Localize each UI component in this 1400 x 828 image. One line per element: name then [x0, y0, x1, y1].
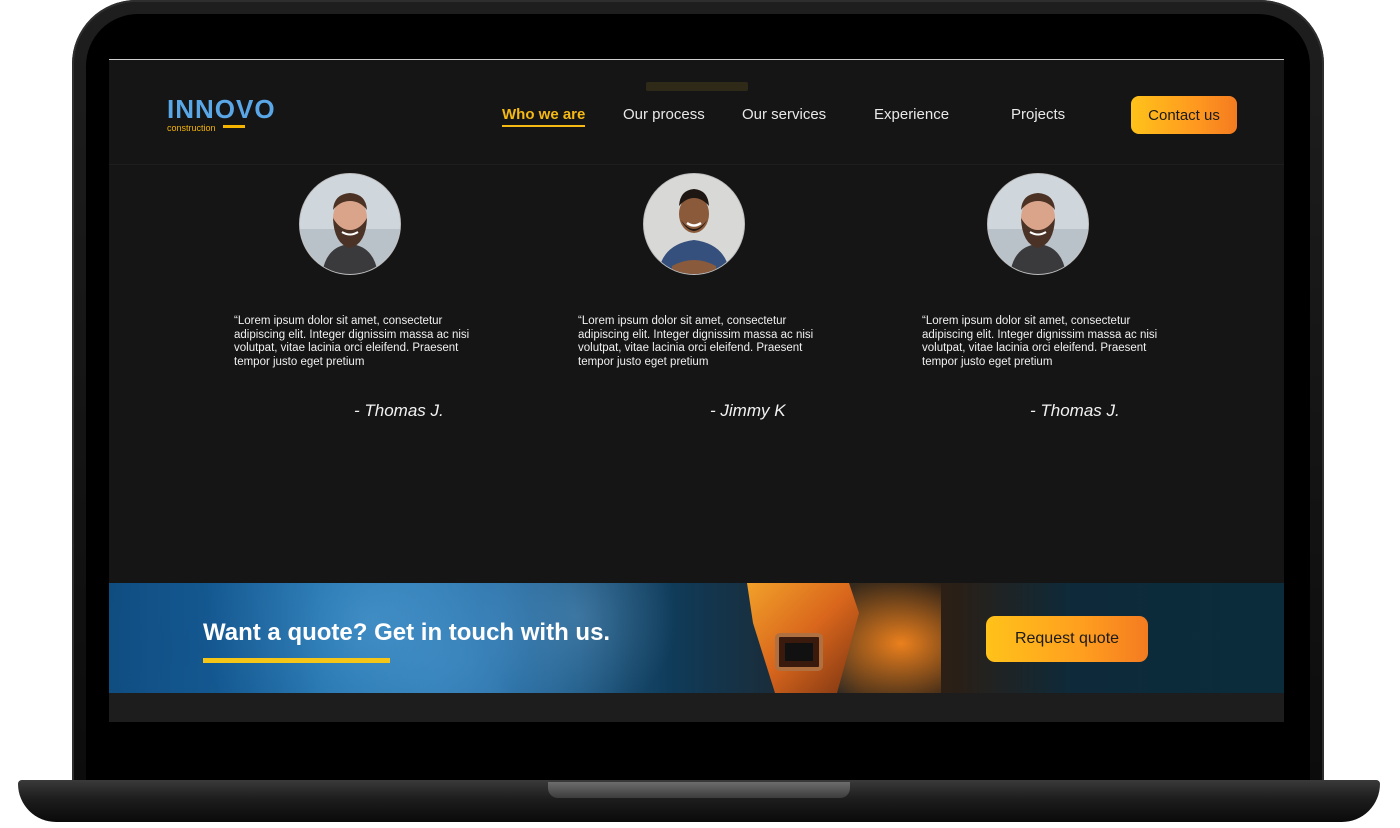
nav-item-our-services[interactable]: Our services	[742, 106, 826, 123]
testimonial-author: - Thomas J.	[354, 401, 444, 420]
welding-mask-image	[747, 583, 941, 693]
bearded-man-avatar	[987, 173, 1089, 275]
footer-strip	[109, 693, 1284, 722]
testimonial-author: - Jimmy K	[710, 401, 786, 420]
bearded-man-avatar	[299, 173, 401, 275]
brand-name: INNOVO	[167, 94, 276, 124]
website-screen: INNOVO construction Who we are Our proce…	[109, 59, 1284, 722]
logo-accent-bar	[223, 125, 245, 128]
nav-item-our-process[interactable]: Our process	[623, 106, 705, 123]
request-quote-button[interactable]: Request quote	[986, 616, 1148, 662]
nav-item-experience[interactable]: Experience	[874, 106, 949, 123]
site-header: INNOVO construction Who we are Our proce…	[109, 60, 1284, 165]
cta-heading-underline	[203, 658, 390, 663]
testimonial-quote: “Lorem ipsum dolor sit amet, consectetur…	[234, 315, 470, 368]
brand-logo[interactable]: INNOVO construction	[167, 96, 287, 136]
cta-heading: Want a quote? Get in touch with us.	[203, 619, 611, 646]
testimonial-card: “Lorem ipsum dolor sit amet, consectetur…	[577, 173, 877, 433]
quote-cta-banner: Want a quote? Get in touch with us. Requ…	[109, 583, 1284, 693]
scrolled-content-remnant	[646, 82, 748, 91]
contact-us-button[interactable]: Contact us	[1131, 96, 1237, 134]
nav-item-who-we-are[interactable]: Who we are	[502, 106, 586, 127]
testimonial-quote: “Lorem ipsum dolor sit amet, consectetur…	[922, 315, 1158, 368]
nav-item-projects[interactable]: Projects	[1011, 106, 1065, 123]
laptop-hinge-notch	[548, 782, 850, 798]
testimonial-author: - Thomas J.	[1030, 401, 1120, 420]
smiling-man-avatar	[643, 173, 745, 275]
testimonial-card: “Lorem ipsum dolor sit amet, consectetur…	[233, 173, 533, 433]
testimonial-card: “Lorem ipsum dolor sit amet, consectetur…	[921, 173, 1221, 433]
testimonial-quote: “Lorem ipsum dolor sit amet, consectetur…	[578, 315, 814, 368]
